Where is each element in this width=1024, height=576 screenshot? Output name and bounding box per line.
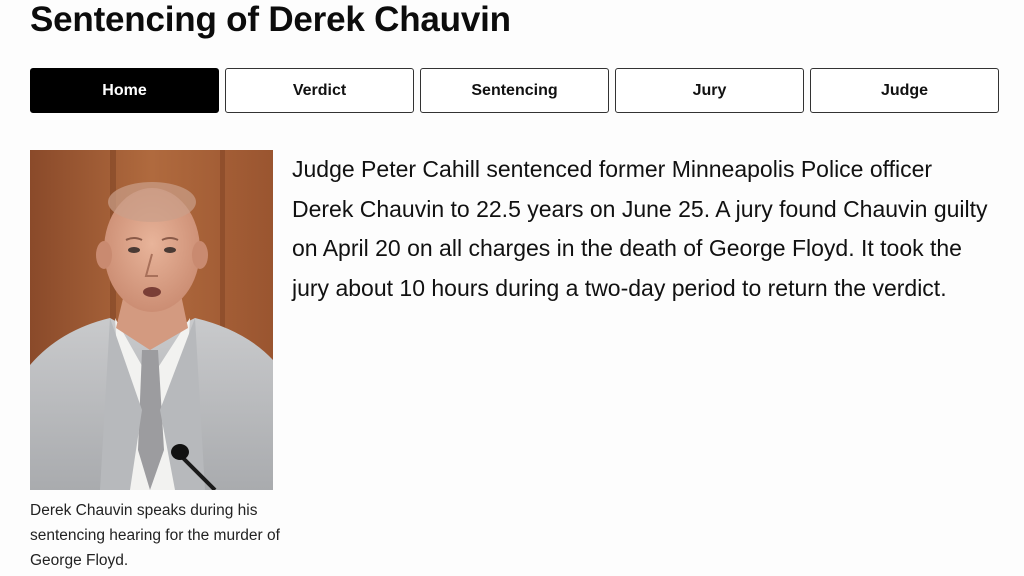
tab-sentencing[interactable]: Sentencing: [420, 68, 609, 113]
tab-verdict[interactable]: Verdict: [225, 68, 414, 113]
photo-caption: Derek Chauvin speaks during his sentenci…: [30, 502, 280, 569]
portrait-image: [30, 150, 273, 490]
article-photo: [30, 150, 273, 490]
tab-bar: Home Verdict Sentencing Jury Judge: [30, 68, 999, 113]
tab-jury[interactable]: Jury: [615, 68, 804, 113]
tab-judge[interactable]: Judge: [810, 68, 999, 113]
page-title: Sentencing of Derek Chauvin: [30, 0, 511, 39]
page: Sentencing of Derek Chauvin Home Verdict…: [0, 0, 1024, 576]
article-body: Judge Peter Cahill sentenced former Minn…: [292, 156, 988, 301]
tab-home[interactable]: Home: [30, 68, 219, 113]
